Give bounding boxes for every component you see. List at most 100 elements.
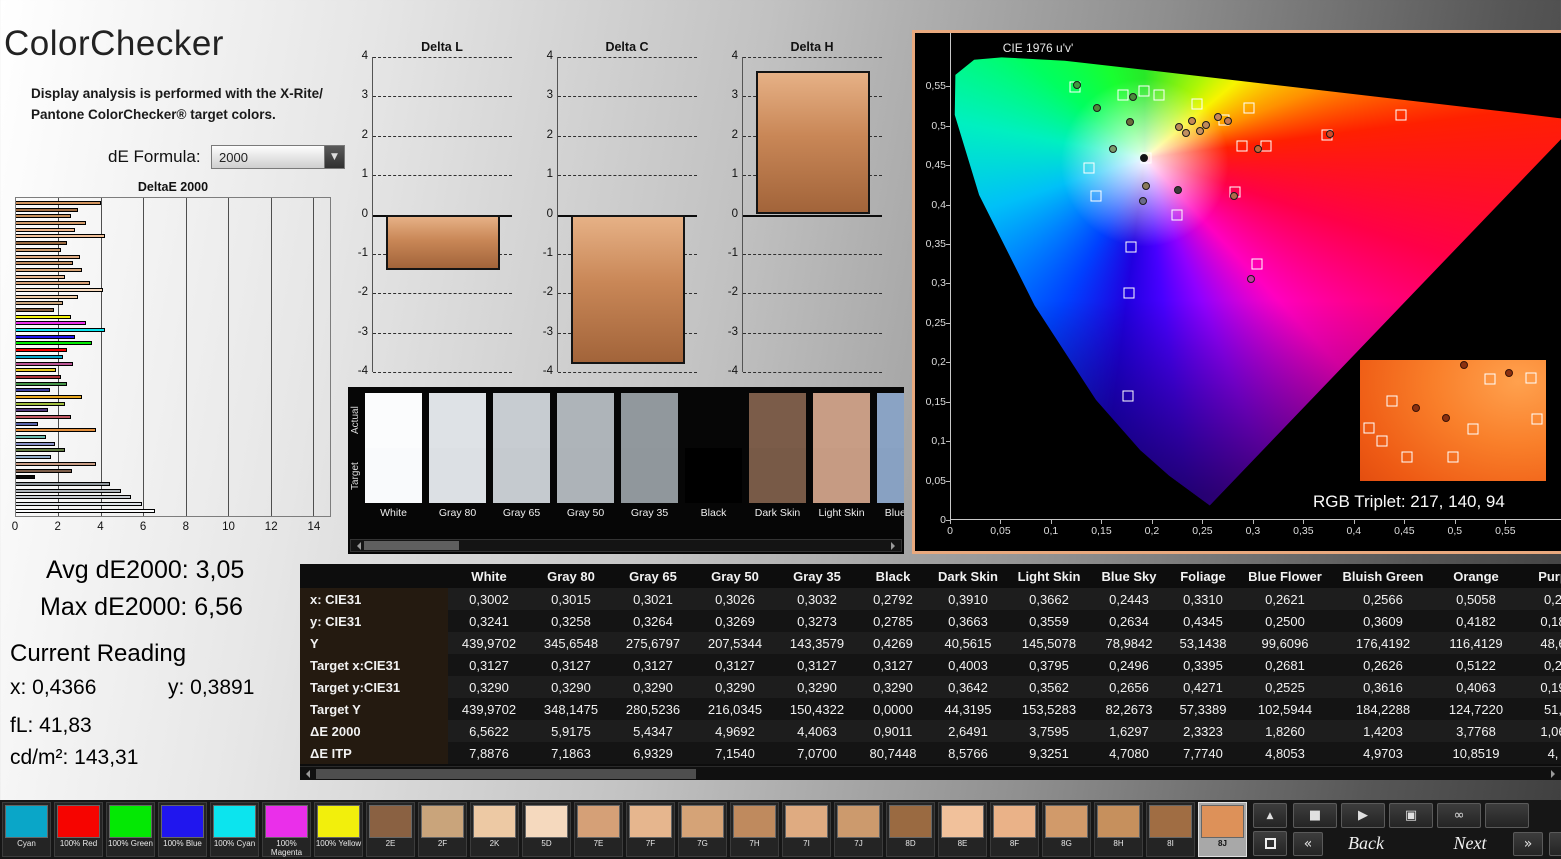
patch-label: 7F bbox=[646, 839, 655, 848]
axis-tick-label: 0,2 bbox=[1137, 525, 1167, 537]
next-chevron-button[interactable]: » bbox=[1513, 832, 1543, 856]
patch-button-100-cyan[interactable]: 100% Cyan bbox=[210, 802, 259, 857]
pattern-frame-button[interactable]: ▣ bbox=[1389, 803, 1433, 828]
patch-button-7i[interactable]: 7I bbox=[782, 802, 831, 857]
scroll-left-icon[interactable] bbox=[302, 770, 310, 778]
avg-de2000-stat: Avg dE2000: 3,05 bbox=[46, 556, 244, 585]
swatch-scrollbar[interactable] bbox=[350, 539, 902, 552]
back-chevron-button[interactable]: « bbox=[1293, 832, 1323, 856]
continuous-read-button[interactable]: ∞ bbox=[1437, 803, 1481, 828]
patch-button-8h[interactable]: 8H bbox=[1094, 802, 1143, 857]
table-row-label: ΔE 2000 bbox=[300, 720, 448, 742]
patch-label: 7I bbox=[803, 839, 810, 848]
table-cell: 48,6 bbox=[1518, 632, 1561, 654]
deltae-bar-light-skin bbox=[16, 462, 96, 466]
patch-button-2k[interactable]: 2K bbox=[470, 802, 519, 857]
patch-button-7g[interactable]: 7G bbox=[678, 802, 727, 857]
clipped-button[interactable] bbox=[1485, 803, 1529, 828]
patch-button-100-green[interactable]: 100% Green bbox=[106, 802, 155, 857]
infinity-icon: ∞ bbox=[1454, 808, 1465, 823]
patch-button-100-blue[interactable]: 100% Blue bbox=[158, 802, 207, 857]
patch-scroll-up-button[interactable]: ▲ bbox=[1253, 803, 1287, 828]
pattern-window-icon bbox=[1265, 838, 1276, 849]
chart-plot bbox=[372, 57, 512, 372]
clipped-button[interactable] bbox=[1549, 832, 1561, 856]
table-cell: 0,3241 bbox=[448, 610, 530, 632]
patch-button-8g[interactable]: 8G bbox=[1042, 802, 1091, 857]
table-cell: 4,7080 bbox=[1090, 742, 1168, 764]
table-cell: 0,2626 bbox=[1332, 654, 1434, 676]
patch-button-8i[interactable]: 8I bbox=[1146, 802, 1195, 857]
patch-button-7f[interactable]: 7F bbox=[626, 802, 675, 857]
axis-tick bbox=[946, 441, 950, 442]
table-cell: 4,4063 bbox=[776, 720, 858, 742]
gridline bbox=[373, 136, 512, 137]
scroll-right-icon[interactable] bbox=[891, 542, 899, 550]
table-cell: 0,9011 bbox=[858, 720, 928, 742]
deltae-bar-bluish-green bbox=[16, 435, 46, 439]
swatch-scrollbar-thumb[interactable] bbox=[364, 541, 459, 550]
patch-color-swatch bbox=[837, 805, 880, 838]
patch-button-7h[interactable]: 7H bbox=[730, 802, 779, 857]
cie-target-square bbox=[1091, 190, 1102, 201]
deltae-bar-gray-50 bbox=[16, 489, 121, 493]
patch-button-100-yellow[interactable]: 100% Yellow bbox=[314, 802, 363, 857]
play-button[interactable]: ▶ bbox=[1341, 803, 1385, 828]
table-cell: 3,7768 bbox=[1434, 720, 1518, 742]
swatch-actual bbox=[429, 393, 486, 448]
axis-tick-label: 0,25 bbox=[1187, 525, 1217, 537]
table-cell: 5,9175 bbox=[530, 720, 612, 742]
deltae-bar-8g bbox=[16, 221, 86, 225]
axis-tick-label: 12 bbox=[265, 521, 278, 533]
stop-button[interactable]: ■ bbox=[1293, 803, 1337, 828]
rgb-triplet-label: RGB Triplet: 217, 140, 94 bbox=[1313, 492, 1505, 512]
deltae-bar-7j bbox=[16, 248, 61, 252]
axis-tick-label: 0,5 bbox=[916, 120, 946, 132]
pattern-window-button[interactable] bbox=[1253, 831, 1287, 856]
deltae-bar-cyan bbox=[16, 355, 63, 359]
table-header-cell: Light Skin bbox=[1008, 564, 1090, 588]
table-cell: 40,5615 bbox=[928, 632, 1008, 654]
patch-button-100-red[interactable]: 100% Red bbox=[54, 802, 103, 857]
axis-tick-label: 0,35 bbox=[916, 238, 946, 250]
deltae2000-xticks: 02468101214 bbox=[15, 521, 331, 536]
table-cell: 0,3795 bbox=[1008, 654, 1090, 676]
table-cell: 0,2 bbox=[1518, 588, 1561, 610]
table-cell: 0,2621 bbox=[1238, 588, 1332, 610]
patch-button-8d[interactable]: 8D bbox=[886, 802, 935, 857]
axis-tick-label: -4 bbox=[525, 365, 553, 377]
patch-button-cyan[interactable]: Cyan bbox=[2, 802, 51, 857]
table-cell: 0,3127 bbox=[530, 654, 612, 676]
color-swatch-blue-sky: Blue Sky bbox=[877, 393, 904, 519]
patch-button-100-magenta[interactable]: 100% Magenta bbox=[262, 802, 311, 857]
table-cell: 145,5078 bbox=[1008, 632, 1090, 654]
table-header-row: WhiteGray 80Gray 65Gray 50Gray 35BlackDa… bbox=[300, 564, 1561, 588]
scroll-right-icon[interactable] bbox=[1551, 770, 1559, 778]
axis-tick-label: 2 bbox=[710, 129, 738, 141]
patch-button-7e[interactable]: 7E bbox=[574, 802, 623, 857]
scroll-left-icon[interactable] bbox=[353, 542, 361, 550]
axis-tick-label: 0 bbox=[12, 521, 18, 533]
patch-button-7j[interactable]: 7J bbox=[834, 802, 883, 857]
table-header-cell: White bbox=[448, 564, 530, 588]
table-scrollbar[interactable] bbox=[300, 766, 1561, 780]
table-cell: 2,6491 bbox=[928, 720, 1008, 742]
patch-button-8j[interactable]: 8J bbox=[1198, 802, 1247, 857]
table-scrollbar-thumb[interactable] bbox=[316, 769, 696, 779]
deltae-bar-2f bbox=[16, 301, 63, 305]
patch-button-8f[interactable]: 8F bbox=[990, 802, 1039, 857]
table-cell: 1,8260 bbox=[1238, 720, 1332, 742]
de-formula-dropdown[interactable]: 2000 ▼ bbox=[211, 145, 345, 169]
deltae-bar-blue-flower bbox=[16, 442, 55, 446]
swatch-label: Gray 50 bbox=[557, 507, 614, 519]
bottom-toolbar: Cyan100% Red100% Green100% Blue100% Cyan… bbox=[0, 800, 1561, 859]
patch-button-2f[interactable]: 2F bbox=[418, 802, 467, 857]
back-button[interactable]: Back bbox=[1329, 833, 1403, 854]
de-formula-label: dE Formula: bbox=[108, 147, 201, 167]
axis-tick-label: 10 bbox=[222, 521, 235, 533]
next-button[interactable]: Next bbox=[1433, 833, 1507, 854]
patch-button-8e[interactable]: 8E bbox=[938, 802, 987, 857]
patch-button-2e[interactable]: 2E bbox=[366, 802, 415, 857]
patch-color-swatch bbox=[629, 805, 672, 838]
patch-button-5d[interactable]: 5D bbox=[522, 802, 571, 857]
